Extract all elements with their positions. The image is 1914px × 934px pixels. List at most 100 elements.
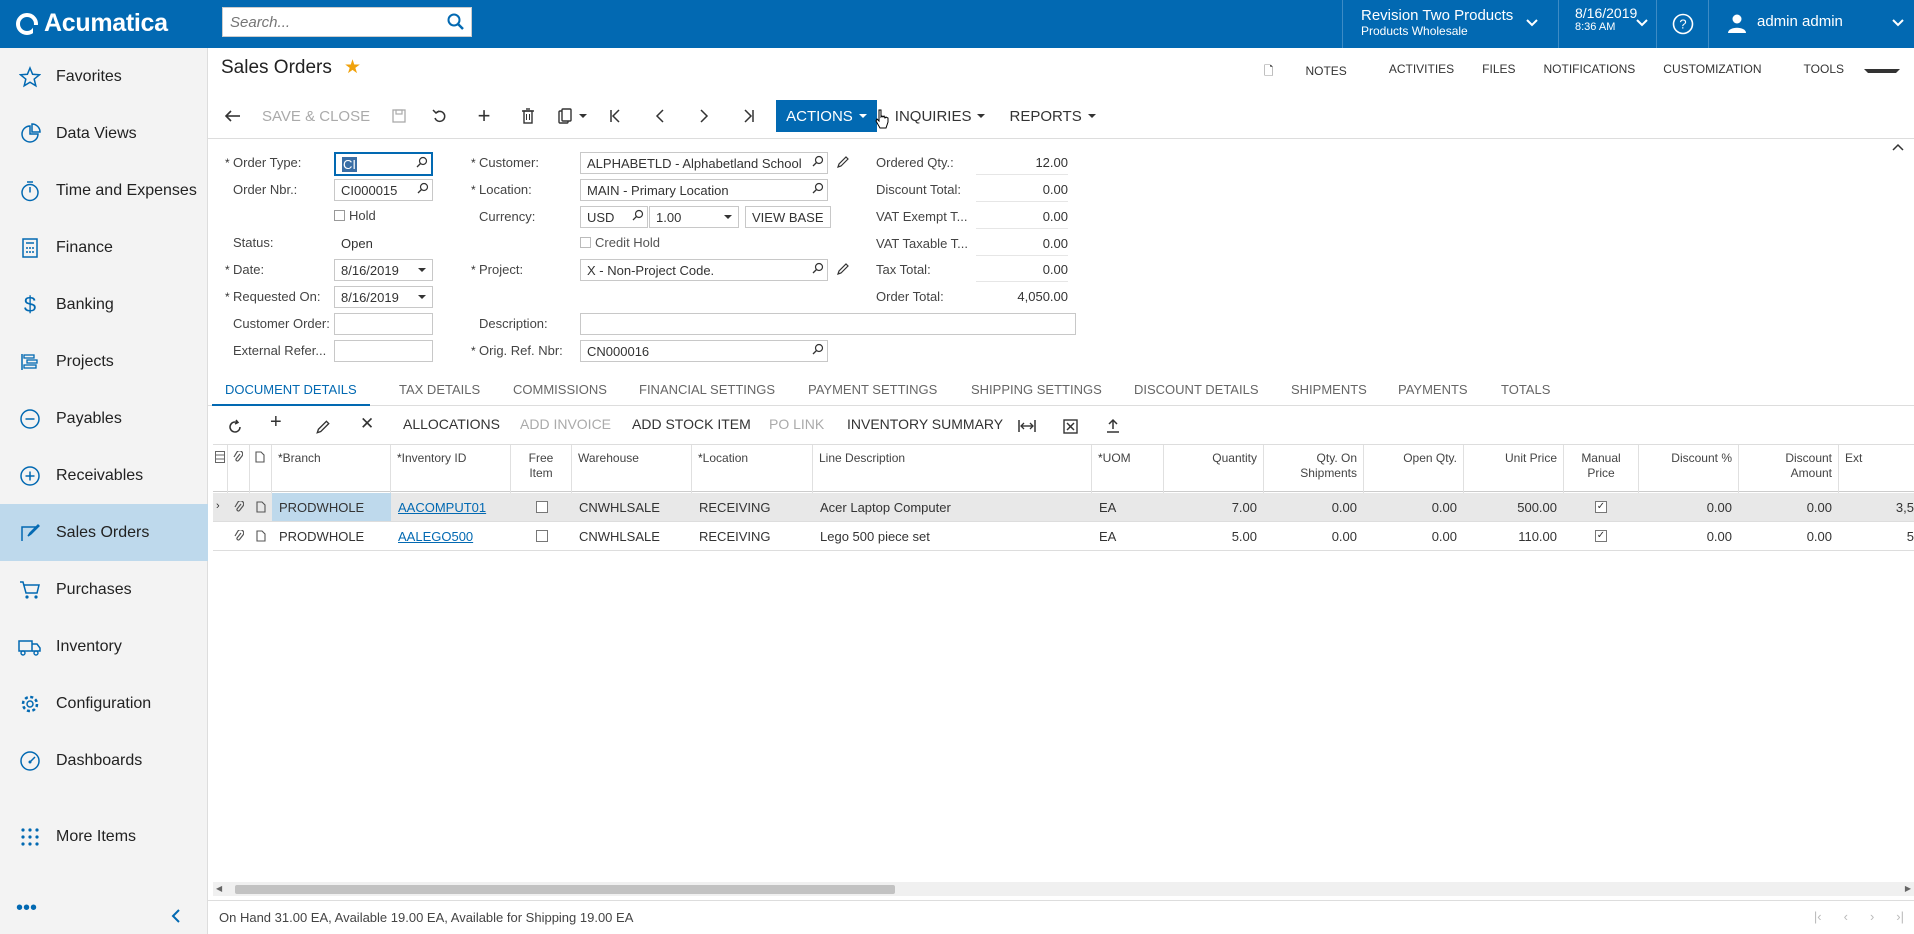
column-header-manual-price[interactable]: Manual Price (1564, 445, 1639, 493)
tab-shipping-settings[interactable]: SHIPPING SETTINGS (971, 376, 1102, 406)
first-page-icon[interactable]: |‹ (1814, 909, 1822, 924)
column-selector-icon[interactable] (213, 445, 228, 493)
cell-inventory-id[interactable]: AALEGO500 (391, 522, 511, 550)
tools-link[interactable]: TOOLS (1776, 62, 1914, 83)
tab-totals[interactable]: TOTALS (1501, 376, 1550, 406)
calendar-dropdown-icon[interactable] (418, 268, 426, 272)
business-date-selector[interactable]: 8/16/2019 8:36 AM (1558, 0, 1656, 48)
column-header-ext[interactable]: Ext (1839, 445, 1914, 493)
currency-field[interactable]: USD (580, 206, 648, 228)
project-field[interactable]: X - Non-Project Code. (580, 259, 828, 281)
date-field[interactable]: 8/16/2019 (334, 259, 433, 281)
files-link[interactable]: FILES (1468, 62, 1529, 83)
export-excel-icon[interactable] (1063, 419, 1078, 434)
sidebar-item-data-views[interactable]: Data Views (0, 105, 208, 162)
delete-button[interactable] (506, 100, 550, 132)
search-icon[interactable] (812, 262, 824, 274)
search-icon[interactable] (812, 343, 824, 355)
tab-commissions[interactable]: COMMISSIONS (513, 376, 607, 406)
requested-on-field[interactable]: 8/16/2019 (334, 286, 433, 308)
column-header-location[interactable]: *Location (692, 445, 813, 493)
cell-branch[interactable]: PRODWHOLE (272, 522, 391, 550)
cell-warehouse[interactable]: CNWHLSALE (572, 522, 692, 550)
cell-ext[interactable]: 5 (1839, 522, 1914, 550)
next-record-button[interactable] (682, 100, 726, 132)
column-header-qty-on-shipments[interactable]: Qty. On Shipments (1264, 445, 1364, 493)
search-icon[interactable] (447, 13, 465, 31)
cell-discount-pct[interactable]: 0.00 (1639, 493, 1739, 521)
cell-ext[interactable]: 3,5 (1839, 493, 1914, 521)
tab-payment-settings[interactable]: PAYMENT SETTINGS (808, 376, 937, 406)
column-header-quantity[interactable]: Quantity (1164, 445, 1264, 493)
po-link-button[interactable]: PO LINK (769, 416, 824, 432)
table-row[interactable]: PRODWHOLE AALEGO500 CNWHLSALE RECEIVING … (213, 522, 1914, 551)
tab-document-details[interactable]: DOCUMENT DETAILS (212, 376, 370, 406)
search-icon[interactable] (417, 182, 429, 194)
add-record-button[interactable]: + (462, 100, 506, 132)
next-page-icon[interactable]: › (1870, 909, 1874, 924)
scrollbar-thumb[interactable] (235, 885, 895, 894)
previous-record-button[interactable] (638, 100, 682, 132)
sidebar-item-payables[interactable]: Payables (0, 390, 208, 447)
upload-icon[interactable] (1105, 418, 1121, 434)
add-row-icon[interactable]: + (270, 411, 282, 434)
search-icon[interactable] (416, 156, 428, 168)
tab-financial-settings[interactable]: FINANCIAL SETTINGS (639, 376, 775, 406)
column-header-unit-price[interactable]: Unit Price (1464, 445, 1564, 493)
favorite-star-icon[interactable]: ★ (344, 56, 361, 79)
cell-warehouse[interactable]: CNWHLSALE (572, 493, 692, 521)
inventory-summary-button[interactable]: INVENTORY SUMMARY (847, 416, 1003, 432)
cell-uom[interactable]: EA (1092, 522, 1164, 550)
help-button[interactable]: ? (1656, 0, 1708, 48)
inquiries-menu-button[interactable]: INQUIRIES (883, 100, 998, 132)
save-close-button[interactable]: SAVE & CLOSE (252, 100, 380, 132)
description-field[interactable] (580, 313, 1076, 335)
scroll-right-icon[interactable]: ▶ (1905, 884, 1911, 893)
dropdown-arrow-icon[interactable] (724, 215, 732, 219)
inventory-id-link[interactable]: AALEGO500 (398, 529, 473, 544)
notifications-link[interactable]: NOTIFICATIONS (1530, 62, 1650, 83)
cell-quantity[interactable]: 7.00 (1164, 493, 1264, 521)
horizontal-scrollbar[interactable]: ◀ ▶ (213, 882, 1914, 896)
copy-paste-button[interactable] (550, 100, 594, 132)
search-icon[interactable] (812, 182, 824, 194)
table-row[interactable]: › PRODWHOLE AACOMPUT01 CNWHLSALE RECEIVI… (213, 493, 1914, 522)
search-icon[interactable] (812, 155, 824, 167)
tab-shipments[interactable]: SHIPMENTS (1291, 376, 1367, 406)
delete-row-icon[interactable]: ✕ (360, 414, 374, 434)
customer-field[interactable]: ALPHABETLD - Alphabetland School (580, 152, 828, 174)
refresh-icon[interactable] (227, 419, 243, 435)
reports-menu-button[interactable]: REPORTS (997, 100, 1107, 132)
free-item-checkbox[interactable] (536, 501, 548, 513)
fit-columns-icon[interactable] (1018, 420, 1036, 432)
view-base-button[interactable]: VIEW BASE (745, 206, 831, 228)
column-header-discount-pct[interactable]: Discount % (1639, 445, 1739, 493)
sidebar-item-finance[interactable]: Finance (0, 219, 208, 276)
back-button[interactable] (214, 100, 252, 132)
order-type-field[interactable]: CI (334, 152, 433, 176)
column-header-open-qty[interactable]: Open Qty. (1364, 445, 1464, 493)
sidebar-item-inventory[interactable]: Inventory (0, 618, 208, 675)
search-icon[interactable] (632, 209, 644, 221)
edit-project-icon[interactable] (836, 262, 850, 276)
cell-unit-price[interactable]: 500.00 (1464, 493, 1564, 521)
cell-inventory-id[interactable]: AACOMPUT01 (391, 493, 511, 521)
attachment-icon[interactable] (234, 501, 244, 513)
manual-price-checkbox[interactable]: ✓ (1595, 530, 1607, 542)
cell-discount-pct[interactable]: 0.00 (1639, 522, 1739, 550)
collapse-sidebar-icon[interactable] (170, 909, 182, 923)
sidebar-item-receivables[interactable]: Receivables (0, 447, 208, 504)
edit-row-icon[interactable] (315, 419, 331, 435)
activities-link[interactable]: ACTIVITIES (1375, 62, 1468, 83)
notes-link[interactable]: 🗋 NOTES (1236, 62, 1375, 83)
add-invoice-button[interactable]: ADD INVOICE (520, 416, 611, 432)
order-nbr-field[interactable]: CI000015 (334, 179, 433, 201)
cell-quantity[interactable]: 5.00 (1164, 522, 1264, 550)
cell-branch[interactable]: PRODWHOLE (272, 493, 391, 521)
scroll-left-icon[interactable]: ◀ (216, 884, 222, 893)
row-selector-icon[interactable]: › (213, 493, 228, 521)
customization-link[interactable]: CUSTOMIZATION (1649, 62, 1775, 83)
calendar-dropdown-icon[interactable] (418, 295, 426, 299)
sidebar-item-more-items[interactable]: More Items (0, 808, 208, 865)
save-button[interactable] (380, 100, 418, 132)
